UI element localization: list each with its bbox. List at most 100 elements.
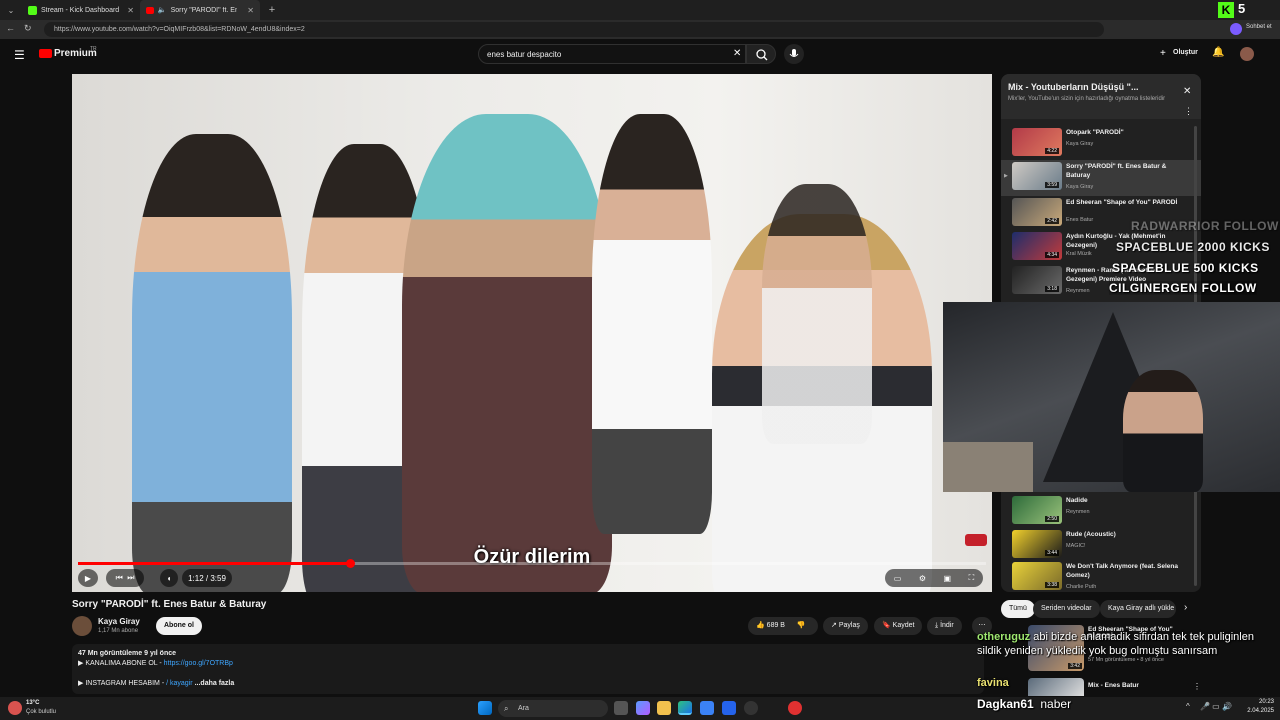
search-input[interactable]: enes batur despacito: [478, 44, 746, 64]
show-more-link[interactable]: ...daha fazla: [195, 680, 235, 687]
share-button[interactable]: ↗ Paylaş: [823, 617, 868, 635]
playlist-title[interactable]: Mix - Youtuberların Düşüşü "...: [1008, 82, 1138, 92]
clock-date[interactable]: 2.04.2025: [1244, 708, 1274, 714]
filter-chip-all[interactable]: Tümü: [1001, 600, 1035, 618]
speaker-icon: 🔈: [157, 7, 167, 14]
playlist-item-title: Nadide: [1066, 497, 1088, 504]
notifications-icon[interactable]: 🔔: [1212, 47, 1224, 58]
search-icon: ⌕: [504, 704, 509, 713]
menu-icon[interactable]: ☰: [14, 48, 25, 62]
playlist-item[interactable]: 3:44 Rude (Acoustic) MAGIC!: [1001, 528, 1201, 562]
duration-badge: 3:59: [1045, 182, 1059, 188]
like-dislike-group[interactable]: 👍 689 B 👎: [748, 617, 818, 635]
mail-icon[interactable]: [722, 701, 736, 715]
video-figure: [762, 184, 872, 444]
instagram-link[interactable]: / kayagir: [166, 680, 192, 687]
playlist-item-title: We Don't Talk Anymore (feat. Selena Gome…: [1066, 563, 1178, 579]
channel-name[interactable]: Kaya Giray: [98, 617, 140, 626]
now-playing-icon: ▶: [1004, 173, 1008, 179]
start-icon[interactable]: [478, 701, 492, 715]
fullscreen-icon[interactable]: ⛶: [969, 573, 975, 583]
store-icon[interactable]: [700, 701, 714, 715]
playlist-item-author: Kaya Giray: [1066, 184, 1094, 190]
region-label: TR: [90, 46, 97, 52]
download-label: İndir: [940, 622, 954, 629]
recommendation-thumbnail[interactable]: [1028, 678, 1084, 696]
recommendation-title[interactable]: Mix - Enes Batur: [1088, 682, 1139, 689]
download-button[interactable]: ⤓ İndir: [927, 617, 962, 635]
playlist-header: Mix - Youtuberların Düşüşü "... Mix'ler,…: [1001, 74, 1201, 119]
task-view-icon[interactable]: [614, 701, 628, 715]
close-playlist-icon[interactable]: ✕: [1183, 86, 1191, 97]
new-tab-icon[interactable]: +: [264, 4, 280, 16]
tray-icons[interactable]: 🎤 ▭ 🔊: [1200, 702, 1232, 711]
tab-youtube-video[interactable]: 🔈 Sorry "PARODİ" ft. Enes Batur ✕: [140, 0, 260, 20]
record-icon[interactable]: [788, 701, 802, 715]
playlist-item[interactable]: 3:38 We Don't Talk Anymore (feat. Selena…: [1001, 560, 1201, 592]
streamer-figure: [1123, 370, 1203, 492]
video-player[interactable]: Özür dilerim ▶ ⏮ ⏭ ◖ 1:12 / 3:59 ▭ ⚙ ▣ ⛶: [72, 74, 992, 592]
create-button[interactable]: Oluştur: [1173, 49, 1198, 56]
video-progress-bar[interactable]: [78, 559, 986, 568]
obs-icon[interactable]: [744, 701, 758, 715]
chevron-right-icon[interactable]: ›: [1184, 602, 1187, 613]
url-field[interactable]: https://www.youtube.com/watch?v=OiqMIFrz…: [44, 22, 1104, 37]
tab-label: Sorry "PARODİ" ft. Enes Batur: [170, 6, 238, 14]
description-line: ▶ KANALIMA ABONE OL - https://goo.gl/7OT…: [78, 659, 978, 669]
copilot-icon[interactable]: [636, 701, 650, 715]
filter-chip-series[interactable]: Seriden videolar: [1033, 600, 1100, 618]
voice-search-button[interactable]: [784, 44, 804, 64]
channel-avatar[interactable]: [72, 616, 92, 636]
duration-badge: 4:34: [1045, 252, 1059, 258]
miniplayer-icon[interactable]: ▣: [944, 574, 952, 583]
file-explorer-icon[interactable]: [657, 701, 671, 715]
create-icon[interactable]: +: [1160, 48, 1166, 59]
subscribe-button[interactable]: Abone ol: [156, 617, 202, 635]
settings-icon[interactable]: ⚙: [919, 574, 926, 583]
kick-badge: 5: [1238, 1, 1246, 16]
prev-next-controls[interactable]: ⏮ ⏭: [106, 569, 144, 587]
tray-chevron-icon[interactable]: ^: [1186, 702, 1190, 711]
reload-icon[interactable]: ↻: [24, 23, 32, 34]
chat-button[interactable]: Sohbet et: [1246, 24, 1272, 30]
play-button[interactable]: ▶: [78, 569, 98, 587]
dislike-icon[interactable]: 👎: [797, 622, 806, 629]
subscribe-link[interactable]: https://goo.gl/7OTRBp: [164, 660, 233, 667]
right-controls[interactable]: ▭ ⚙ ▣ ⛶: [885, 569, 983, 587]
video-thumbnail: 4:34: [1012, 232, 1062, 260]
kick-alert: SPACEBLUE 2000 KICKS: [1116, 240, 1270, 254]
close-tab-icon[interactable]: ✕: [127, 6, 134, 15]
duration-badge: 2:42: [1045, 218, 1059, 224]
description-line: ▶ INSTAGRAM HESABIM - / kayagir ...daha f…: [78, 679, 978, 689]
playlist-menu-icon[interactable]: ⋮: [1184, 106, 1193, 117]
clear-search-icon[interactable]: ✕: [733, 48, 741, 59]
clock-time[interactable]: 20:23: [1244, 699, 1274, 705]
youtube-logo-icon[interactable]: [39, 49, 52, 58]
like-icon[interactable]: 👍: [756, 622, 765, 629]
close-tab-icon[interactable]: ✕: [247, 6, 254, 15]
playlist-item[interactable]: 2:50 Nadide Reynmen: [1001, 494, 1201, 528]
tab-list-icon[interactable]: ⌄: [0, 0, 22, 20]
volume-icon[interactable]: ◖: [160, 569, 178, 587]
filter-chip-uploads[interactable]: Kaya Giray adlı yükle: [1100, 600, 1176, 618]
captions-icon[interactable]: ▭: [894, 574, 902, 583]
subscribe-watermark-icon[interactable]: [965, 534, 987, 546]
video-description[interactable]: 47 Mn görüntüleme 9 yıl önce ▶ KANALIMA …: [72, 644, 984, 694]
chat-message: Dagkan61 naber: [977, 697, 1071, 711]
video-thumbnail: 4:22: [1012, 128, 1062, 156]
tab-kick-dashboard[interactable]: Stream - Kick Dashboard ✕: [22, 0, 140, 20]
playlist-item-current[interactable]: ▶ 3:59 Sorry "PARODİ" ft. Enes Batur & B…: [1001, 160, 1201, 196]
chat-message: otheruguz abi bizde anlamadik sifirdan t…: [977, 630, 1267, 658]
playlist-item[interactable]: 4:22 Otopark "PARODİ" Kaya Giray: [1001, 126, 1201, 160]
profile-avatar[interactable]: [1230, 23, 1242, 35]
more-options-icon[interactable]: ⋮: [1193, 682, 1201, 691]
account-avatar[interactable]: [1240, 47, 1254, 61]
back-icon[interactable]: ←: [6, 23, 15, 33]
next-icon: ⏭: [127, 573, 135, 582]
save-button[interactable]: 🔖 Kaydet: [874, 617, 923, 635]
search-button[interactable]: [746, 44, 776, 64]
weather-icon[interactable]: [8, 701, 22, 715]
taskbar-search[interactable]: ⌕ Ara: [498, 700, 608, 717]
playlist-item-author: MAGIC!: [1066, 543, 1086, 549]
edge-icon[interactable]: [678, 701, 692, 715]
